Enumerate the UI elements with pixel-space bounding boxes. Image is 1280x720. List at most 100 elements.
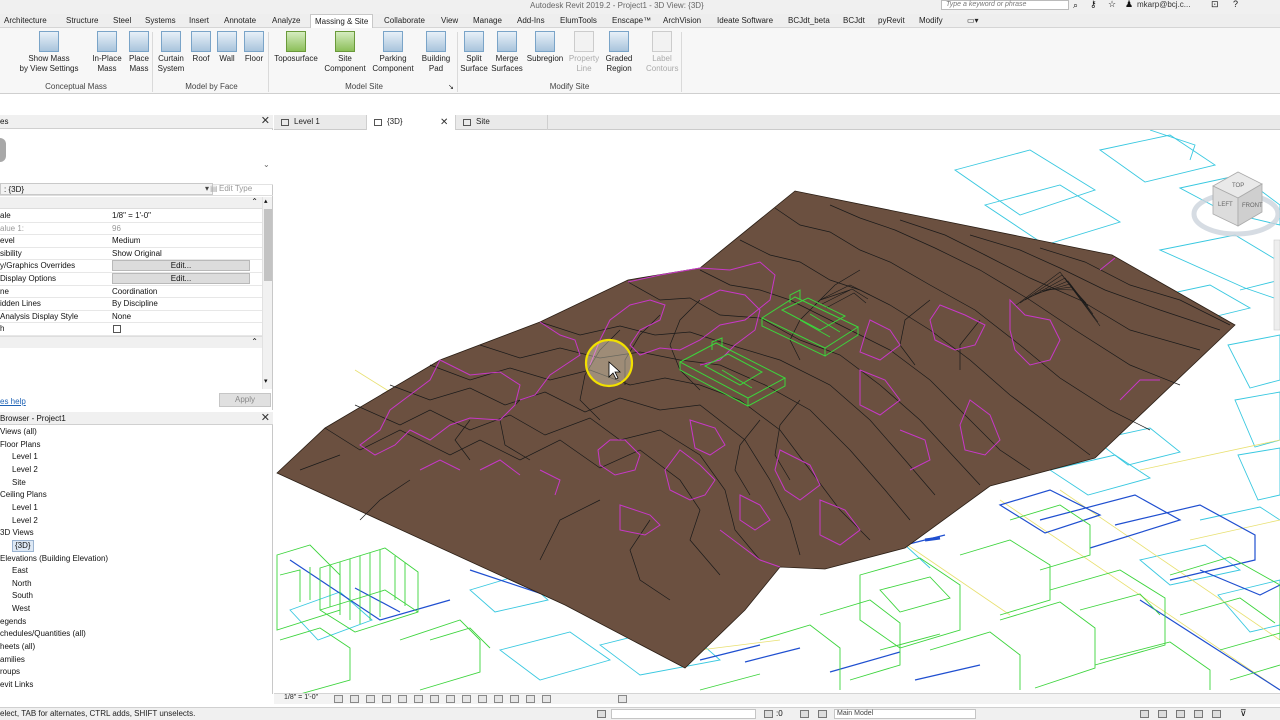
wall-button[interactable]: Wall [215,31,239,64]
ribbon-tab-enscape[interactable]: Enscape™ [612,14,651,28]
edit-type-button[interactable]: Edit Type [219,184,252,193]
scroll-down-icon[interactable]: ▾ [264,377,268,385]
user-account[interactable]: mkarp@bcj.c... [1137,0,1190,9]
toposurface[interactable] [276,190,1236,669]
collapse-icon[interactable]: ⌃ [251,197,258,206]
ribbon-tab-pyrevit[interactable]: pyRevit [878,14,905,28]
browser-item[interactable]: Level 2 [12,515,38,527]
site-component-button[interactable]: Site Component [322,31,368,74]
viewcube-left-label[interactable]: LEFT [1218,202,1233,208]
select-by-face-icon[interactable] [1194,710,1203,718]
parking-component-button[interactable]: Parking Component [370,31,416,74]
worksets-icon[interactable] [597,710,606,718]
merge-surfaces-button[interactable]: Merge Surfaces [490,31,524,74]
dialog-launcher-icon[interactable]: ↘ [448,83,454,91]
cart-icon[interactable]: ⊡ [1211,0,1219,10]
property-row[interactable]: evel Medium [0,235,262,248]
browser-item[interactable]: 3D Views [0,527,34,539]
close-icon[interactable]: ✕ [261,116,270,127]
show-crop-icon[interactable] [430,695,439,703]
view-tab-3d[interactable]: {3D} ✕ [367,115,456,130]
shadows-icon[interactable] [382,695,391,703]
browser-item[interactable]: Views (all) [0,426,37,438]
scroll-left-icon[interactable] [618,695,627,703]
property-row[interactable]: Display Options Edit... [0,273,262,286]
property-row[interactable]: sibility Show Original [0,248,262,261]
filter-icon[interactable]: ⊽ [1240,708,1247,719]
viewcube-top-label[interactable]: TOP [1232,183,1244,189]
browser-item[interactable]: Floor Plans [0,439,40,451]
lock-3d-icon[interactable] [446,695,455,703]
browser-item[interactable]: North [12,578,32,590]
viewcube-front-label[interactable]: FRONT [1242,203,1263,209]
browser-item[interactable]: Elevations (Building Elevation) [0,553,108,565]
graded-region-button[interactable]: Graded Region [601,31,637,74]
property-row[interactable]: idden Lines By Discipline [0,298,262,311]
ribbon-tab-insert[interactable]: Insert [189,14,209,28]
browser-item[interactable]: Ceiling Plans [0,489,47,501]
type-preview[interactable]: ⌄ [0,130,273,185]
browser-item[interactable]: roups [0,666,20,678]
ribbon-tab-bcjdt-beta[interactable]: BCJdt_beta [788,14,830,28]
scroll-thumb[interactable] [264,209,272,281]
label-contours-button[interactable]: Label Contours [646,31,678,74]
split-surface-button[interactable]: Split Surface [458,31,490,74]
view-scale[interactable]: 1/8" = 1'-0" [284,694,318,701]
ribbon-tab-structure[interactable]: Structure [66,14,98,28]
property-row[interactable]: ale 1/8" = 1'-0" [0,210,262,223]
close-icon[interactable]: ✕ [440,116,448,130]
ribbon-tab-view[interactable]: View [441,14,458,28]
property-value[interactable]: Show Original [112,248,252,260]
browser-item[interactable]: egends [0,616,26,628]
help-icon[interactable]: ? [1233,0,1238,9]
ribbon-tab-architecture[interactable]: Architecture [4,14,47,28]
temporary-hide-icon[interactable] [462,695,471,703]
design-option-selector[interactable]: Main Model [834,709,976,719]
ribbon-tab-archvision[interactable]: ArchVision [663,14,701,28]
ribbon-tab-manage[interactable]: Manage [473,14,502,28]
property-value[interactable]: Medium [112,235,252,247]
show-mass-button[interactable]: Show Mass by View Settings [16,31,82,74]
user-icon[interactable]: ♟ [1125,0,1133,10]
close-icon[interactable]: ✕ [261,413,270,424]
edit-button[interactable]: Edit... [112,260,250,272]
view-tab-level-1[interactable]: Level 1 [274,115,367,130]
browser-item[interactable]: heets (all) [0,641,35,653]
crop-view-icon[interactable] [414,695,423,703]
view-type-selector[interactable]: : {3D} [0,183,213,195]
scroll-up-icon[interactable]: ▴ [264,197,268,205]
visual-style-icon[interactable] [350,695,359,703]
browser-item[interactable]: Level 1 [12,451,38,463]
properties-scrollbar[interactable]: ▴ ▾ [262,197,272,389]
select-pinned-icon[interactable] [1176,710,1185,718]
property-value[interactable]: None [112,311,252,323]
detail-level-icon[interactable] [334,695,343,703]
ribbon-tab-add-ins[interactable]: Add-Ins [517,14,545,28]
active-option-icon[interactable] [818,710,827,718]
properties-help-link[interactable]: es help [0,397,26,406]
drag-elements-icon[interactable] [1212,710,1221,718]
editable-only-icon[interactable] [764,710,773,718]
select-links-icon[interactable] [1140,710,1149,718]
reveal-constraints-icon[interactable] [526,695,535,703]
chevron-down-icon[interactable]: ⌄ [263,160,270,169]
property-value[interactable]: Coordination [112,286,252,298]
property-row[interactable]: ne Coordination [0,286,262,299]
search-icon[interactable]: ⌕ [1073,0,1078,11]
browser-item[interactable]: South [12,590,33,602]
ribbon-tab-annotate[interactable]: Annotate [224,14,256,28]
dropdown-chevron-icon[interactable]: ▾ [205,184,209,193]
browser-item[interactable]: chedules/Quantities (all) [0,628,86,640]
edit-button[interactable]: Edit... [112,273,250,284]
subscription-icon[interactable]: ⚷ [1090,0,1097,10]
browser-item[interactable]: East [12,565,28,577]
subregion-button[interactable]: Subregion [524,31,566,64]
browser-item[interactable]: West [12,603,30,615]
place-mass-button[interactable]: Place Mass [124,31,154,74]
property-value[interactable]: By Discipline [112,298,252,310]
select-underlay-icon[interactable] [1158,710,1167,718]
ribbon-tab-analyze[interactable]: Analyze [272,14,300,28]
browser-item[interactable]: evit Links [0,679,33,691]
property-row[interactable]: alue 1: 96 [0,223,262,236]
roof-button[interactable]: Roof [188,31,214,64]
